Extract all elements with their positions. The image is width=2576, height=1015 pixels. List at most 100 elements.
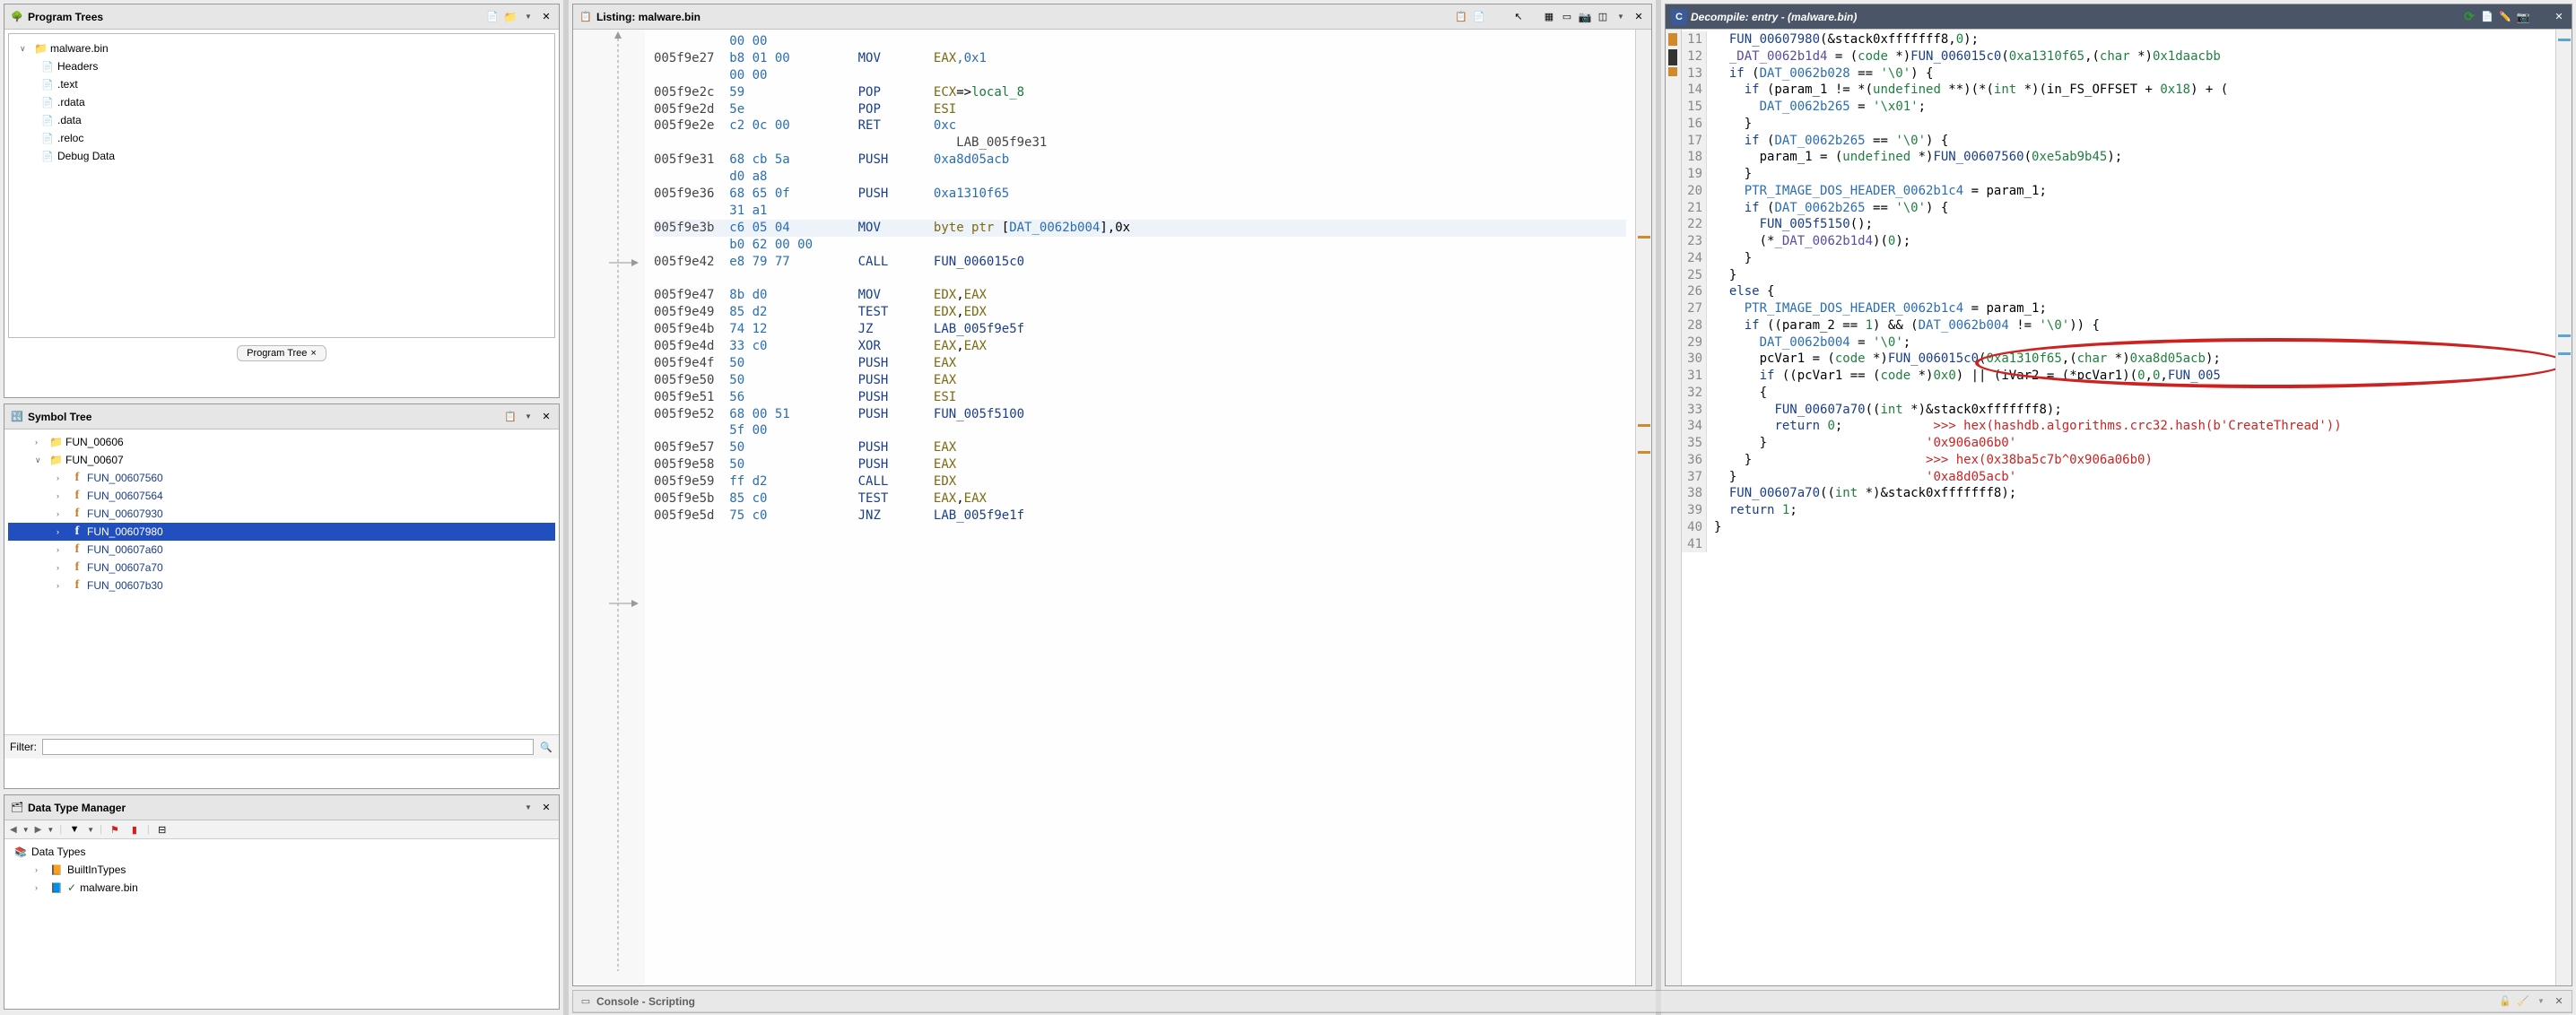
close-icon[interactable] xyxy=(2552,10,2566,24)
function-item[interactable]: ›fFUN_00607a60 xyxy=(8,541,555,559)
diff-icon[interactable]: ▭ xyxy=(1560,10,1574,24)
tree-item[interactable]: ›📙BuiltInTypes xyxy=(8,861,555,879)
fields-icon[interactable]: ▦ xyxy=(1542,10,1556,24)
filter-label: Filter: xyxy=(10,741,37,753)
program-tree-tab[interactable]: Program Tree× xyxy=(237,345,326,361)
close-icon[interactable] xyxy=(539,10,553,24)
console-title: Console - Scripting xyxy=(596,995,2494,1008)
close-tab-icon[interactable]: × xyxy=(310,348,316,359)
tree-item[interactable]: Debug Data xyxy=(14,147,549,165)
overview-ruler[interactable] xyxy=(2555,30,2572,985)
snapshot-icon[interactable] xyxy=(1578,10,1592,24)
listing-content[interactable]: 00 00 005f9e27 b8 01 00 MOV EAX,0x1 00 0… xyxy=(645,30,1635,985)
menu-dropdown-icon[interactable] xyxy=(1614,10,1628,24)
flag-icon[interactable]: ⚑ xyxy=(108,822,122,837)
folder-icon xyxy=(34,42,47,55)
chevron-right-icon[interactable]: › xyxy=(57,491,67,500)
function-item[interactable]: ›fFUN_00607b30 xyxy=(8,577,555,594)
function-item[interactable]: › f FUN_00607930 xyxy=(8,505,555,523)
tree-label: malware.bin xyxy=(50,42,109,55)
tree-item[interactable]: Headers xyxy=(14,57,549,75)
copy-icon[interactable]: 📋 xyxy=(1454,10,1468,24)
tree-label: malware.bin xyxy=(80,881,138,894)
refresh-icon[interactable] xyxy=(2462,10,2476,24)
close-icon[interactable] xyxy=(539,801,553,815)
tree-folder[interactable]: ∨FUN_00607 xyxy=(8,451,555,469)
function-item[interactable]: ›fFUN_00607a70 xyxy=(8,559,555,577)
cursor-icon[interactable]: ↖ xyxy=(1511,10,1526,24)
filter-settings-icon[interactable]: 🔍 xyxy=(539,740,553,754)
decompile-title: Decompile: entry - (malware.bin) xyxy=(1691,11,2459,23)
collapse-icon[interactable]: ⊟ xyxy=(155,822,170,837)
function-item-selected[interactable]: ›fFUN_00607980 xyxy=(8,523,555,541)
function-item[interactable]: ›fFUN_00607560 xyxy=(8,469,555,487)
menu-dropdown-icon[interactable] xyxy=(521,10,535,24)
decompile-content[interactable]: 11 FUN_00607980(&stack0xfffffff8,0);12 _… xyxy=(1682,30,2555,985)
decompile-icon: C xyxy=(1671,9,1687,25)
menu-dropdown-icon[interactable] xyxy=(2534,994,2548,1009)
toggle-icon[interactable]: ◫ xyxy=(1596,10,1610,24)
tree-item[interactable]: ›📘✓malware.bin xyxy=(8,879,555,897)
menu-dropdown-icon[interactable] xyxy=(521,410,535,424)
tree-label: .data xyxy=(57,114,82,126)
chevron-right-icon[interactable]: › xyxy=(35,883,46,892)
tree-item[interactable]: .data xyxy=(14,111,549,129)
folder-icon xyxy=(49,436,62,448)
chevron-right-icon[interactable]: › xyxy=(57,473,67,482)
close-icon[interactable] xyxy=(1632,10,1646,24)
paste-icon[interactable]: 📄 xyxy=(1472,10,1486,24)
book-icon: 📘 xyxy=(49,881,64,895)
clear-icon[interactable]: 🧹 xyxy=(2516,994,2530,1009)
chevron-right-icon[interactable]: › xyxy=(35,865,46,874)
menu-dropdown-icon[interactable] xyxy=(2534,10,2548,24)
chevron-right-icon[interactable]: › xyxy=(57,545,67,554)
snapshot-icon[interactable] xyxy=(2516,10,2530,24)
chevron-right-icon[interactable]: › xyxy=(35,438,46,447)
export-icon[interactable]: 📄 xyxy=(2480,10,2494,24)
chevron-right-icon[interactable]: › xyxy=(57,581,67,590)
function-icon: f xyxy=(71,471,83,485)
tree-label: .reloc xyxy=(57,132,83,144)
close-icon[interactable] xyxy=(539,410,553,424)
overview-ruler[interactable] xyxy=(1635,30,1651,985)
page-icon xyxy=(41,60,54,73)
page-icon xyxy=(41,78,54,91)
close-icon[interactable] xyxy=(2552,994,2566,1009)
page-icon xyxy=(41,114,54,126)
chevron-right-icon[interactable]: › xyxy=(57,509,67,518)
open-folder-icon[interactable] xyxy=(503,10,518,24)
expand-icon[interactable]: ∨ xyxy=(20,44,30,54)
edit-icon[interactable]: ✏️ xyxy=(2498,10,2512,24)
chevron-down-icon[interactable]: ∨ xyxy=(35,455,46,465)
new-folder-icon[interactable]: 📄 xyxy=(485,10,500,24)
tree-label: BuiltInTypes xyxy=(67,863,126,876)
highlight-icon[interactable]: ▮ xyxy=(127,822,142,837)
chevron-right-icon[interactable]: › xyxy=(57,527,67,536)
function-item[interactable]: ›fFUN_00607564 xyxy=(8,487,555,505)
function-icon: f xyxy=(71,507,83,521)
forward-icon[interactable] xyxy=(35,824,42,835)
tree-item[interactable]: .text xyxy=(14,75,549,93)
tree-item[interactable]: .rdata xyxy=(14,93,549,111)
vertical-splitter[interactable] xyxy=(1656,0,1661,1015)
tree-root[interactable]: ∨ malware.bin xyxy=(14,39,549,57)
back-history-icon[interactable] xyxy=(22,824,30,835)
function-label: FUN_00607930 xyxy=(87,508,163,520)
tree-item[interactable]: .reloc xyxy=(14,129,549,147)
datatypes-icon: 📚 xyxy=(13,845,28,859)
tree-root[interactable]: 📚Data Types xyxy=(8,843,555,861)
tree-folder[interactable]: ›FUN_00606 xyxy=(8,433,555,451)
filter-input[interactable] xyxy=(42,739,534,755)
chevron-right-icon[interactable]: › xyxy=(57,563,67,572)
menu-dropdown-icon[interactable] xyxy=(521,801,535,815)
data-type-mgr-title: Data Type Manager xyxy=(28,802,518,814)
lock-icon[interactable]: 🔓 xyxy=(2498,994,2512,1009)
fwd-history-icon[interactable] xyxy=(47,824,54,835)
vertical-splitter[interactable] xyxy=(563,0,569,1015)
config-icon[interactable]: 📋 xyxy=(503,410,518,424)
data-type-icon: 🗂 xyxy=(10,801,24,815)
console-icon: ▭ xyxy=(579,994,593,1009)
filter-icon[interactable]: ▼ xyxy=(67,822,82,837)
back-icon[interactable] xyxy=(10,824,17,835)
function-icon: f xyxy=(71,525,83,539)
